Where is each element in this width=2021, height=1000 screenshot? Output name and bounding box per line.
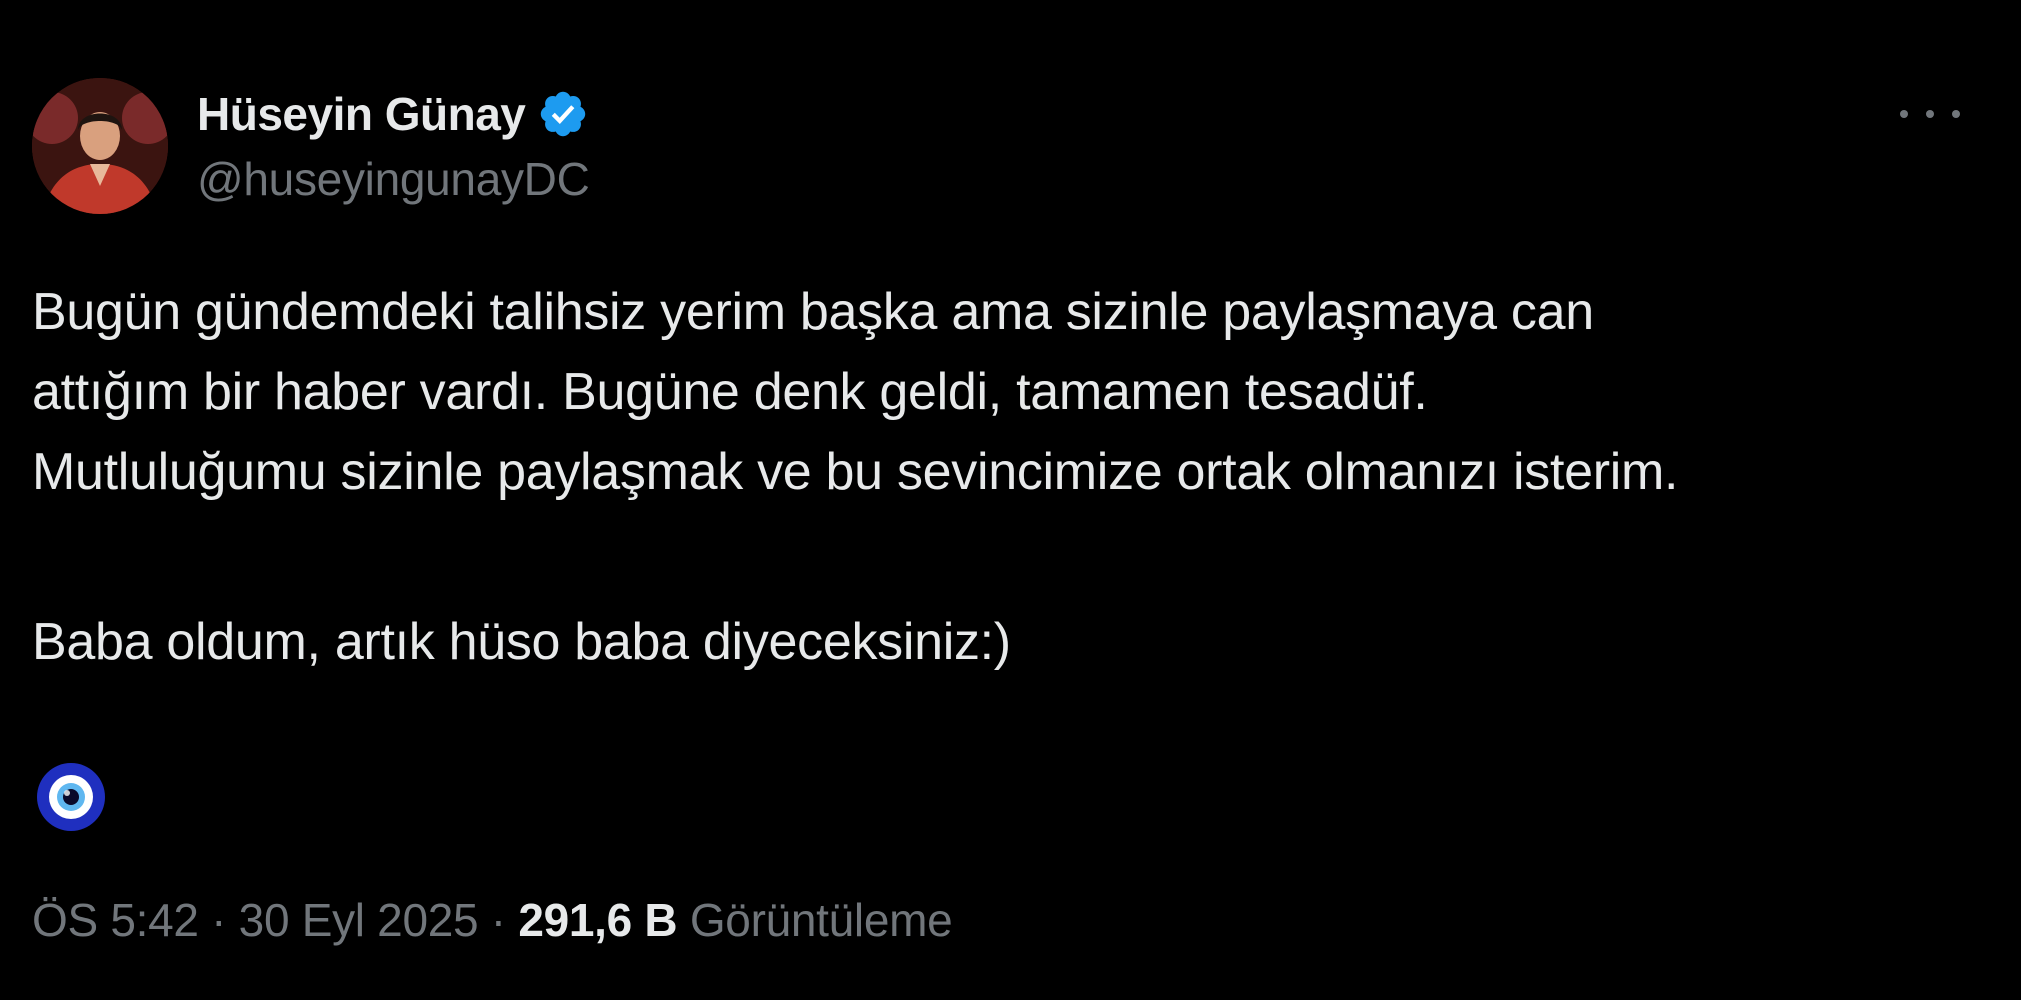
- meta-separator: ·: [478, 894, 519, 946]
- tweet-text-line: Bugün gündemdeki talihsiz yerim başka am…: [32, 283, 1594, 341]
- author-name-row[interactable]: Hüseyin Günay: [197, 86, 589, 142]
- tweet-text-line: attığım bir haber vardı. Bugüne denk gel…: [32, 363, 1428, 421]
- views-count: 291,6 B: [518, 894, 678, 946]
- views-label: Görüntüleme: [689, 894, 953, 946]
- nazar-amulet-icon: [36, 762, 106, 832]
- tweet-text: Bugün gündemdeki talihsiz yerim başka am…: [32, 272, 1992, 682]
- verified-badge-icon: [537, 88, 589, 140]
- tweet-text-line: Mutluluğumu sizinle paylaşmak ve bu sevi…: [32, 443, 1679, 501]
- tweet-meta: ÖS 5:42 · 30 Eyl 2025 · 291,6 B Görüntül…: [32, 893, 953, 947]
- tweet-date[interactable]: 30 Eyl 2025: [239, 894, 479, 946]
- display-name[interactable]: Hüseyin Günay: [197, 87, 526, 141]
- meta-separator: ·: [198, 894, 239, 946]
- author-handle[interactable]: @huseyingunayDC: [197, 152, 590, 206]
- tweet: Hüseyin Günay @huseyingunayDC Bugün günd…: [0, 0, 2021, 1000]
- tweet-text-line: Baba oldum, artık hüso baba diyeceksiniz…: [32, 613, 1011, 671]
- avatar[interactable]: [32, 78, 168, 214]
- more-options-icon[interactable]: [1900, 96, 1960, 132]
- tweet-time[interactable]: ÖS 5:42: [32, 894, 199, 946]
